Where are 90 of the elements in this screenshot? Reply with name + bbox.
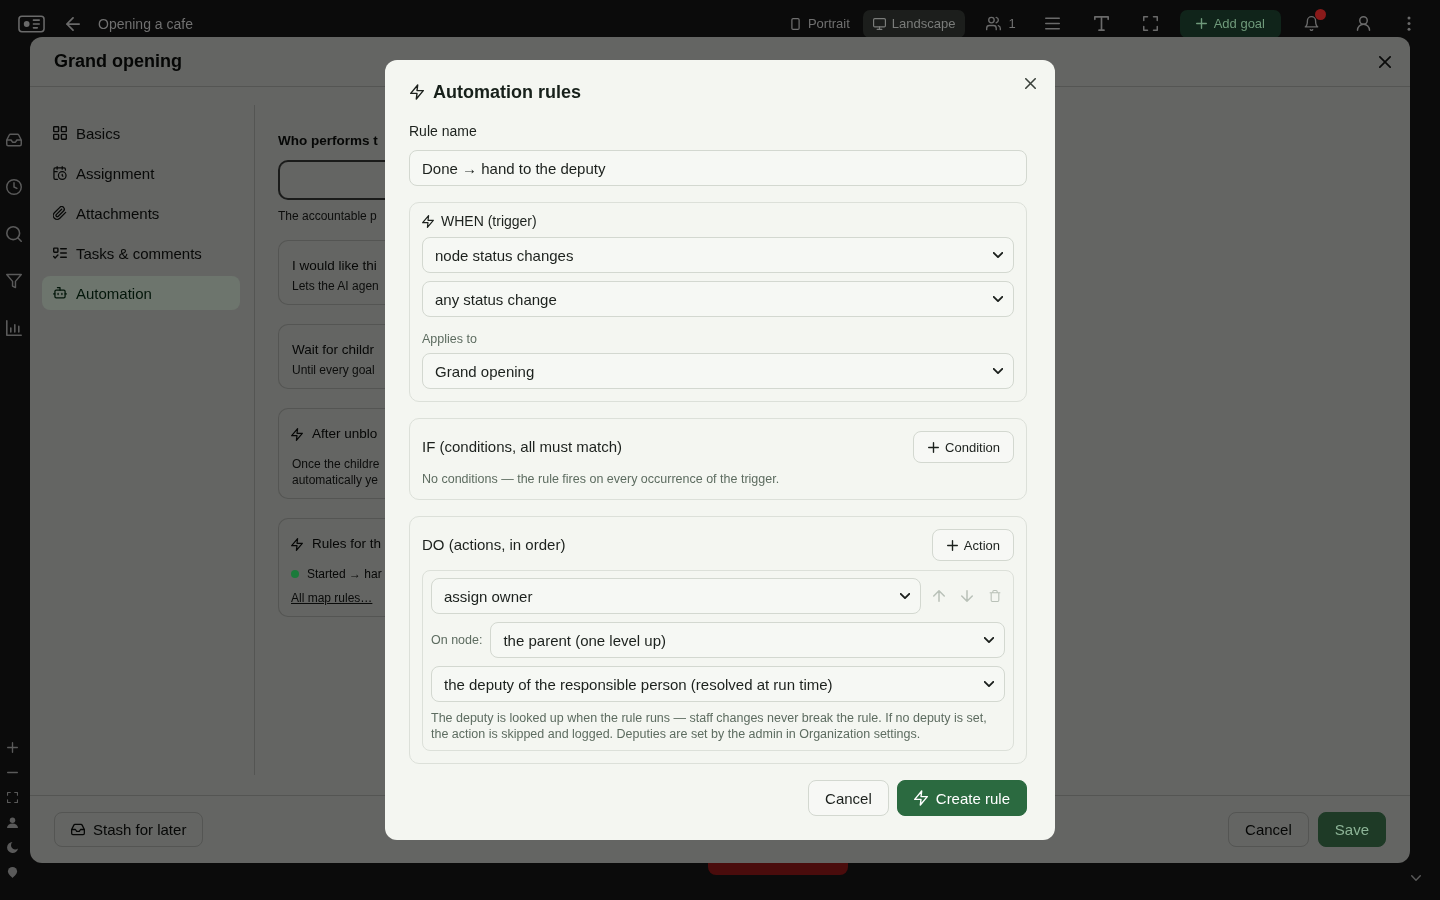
inbox-icon[interactable] [6, 132, 22, 148]
add-condition-button[interactable]: Condition [913, 431, 1014, 463]
field-label: Applies to [422, 331, 477, 347]
nav-item[interactable]: Tasks & comments [42, 236, 240, 270]
clock-icon[interactable] [6, 179, 22, 195]
rule-name-field[interactable]: Done → hand to the deputy [409, 150, 1027, 186]
section-title: IF (conditions, all must match) [422, 438, 623, 456]
moon-icon[interactable] [6, 842, 18, 853]
robot-icon [53, 286, 67, 300]
lightning-icon [291, 427, 303, 441]
nav-item[interactable]: Automation [42, 276, 240, 310]
nav-item[interactable]: Assignment [42, 156, 240, 190]
card-title: Rules for th [311, 535, 382, 553]
card-text: Lets the AI agen [291, 278, 379, 294]
card-title: After unblo [311, 425, 378, 443]
card-title: Wait for childr [291, 341, 374, 359]
applies-to-select[interactable]: Grand opening [422, 353, 1014, 389]
card-title: I would like thi [291, 257, 377, 275]
paperclip-icon [53, 206, 67, 220]
dialog-title: Grand opening [54, 51, 182, 72]
calendar-clock-icon [53, 166, 67, 180]
chevron-down-icon [984, 637, 994, 643]
plus-icon [946, 539, 958, 551]
help-text: The deputy is looked up when the rule runs — staff changes never break the rule. If no deputy is set, the action is skipped and logged. Deputies are set by the admin in Organization settings. [431, 710, 988, 742]
cancel-button[interactable]: Cancel [808, 780, 889, 816]
field-label: Rule name [409, 122, 477, 140]
inbox-icon [71, 823, 85, 836]
target-node-select[interactable]: the parent (one level up) [490, 622, 1005, 658]
section-title: DO (actions, in order) [422, 536, 566, 554]
save-button[interactable]: Save [1317, 812, 1386, 847]
people-icon[interactable] [986, 16, 1002, 31]
chevron-down-icon [993, 296, 1003, 302]
status-select[interactable]: any status change [422, 281, 1014, 317]
field-hint: The accountable p [278, 208, 377, 224]
chevron-down-icon[interactable] [1411, 875, 1421, 881]
monitor-icon [872, 17, 886, 30]
field-label: On node: [431, 632, 483, 648]
add-goal-button[interactable]: Add goal [1179, 9, 1281, 38]
bar-chart-icon[interactable] [6, 320, 22, 336]
view-tab[interactable]: Portrait [778, 9, 860, 38]
project-title: Opening a cafe [98, 15, 193, 32]
lightning-icon [291, 537, 303, 551]
fit-frame-icon[interactable] [6, 792, 18, 803]
field-label: Who performs t [278, 132, 378, 150]
phone-icon [788, 17, 802, 30]
card-text: Once the childre [291, 456, 380, 472]
nav-item[interactable]: Basics [42, 116, 240, 150]
chevron-down-icon [984, 681, 994, 687]
notification-badge-icon [1315, 9, 1326, 20]
create-rule-button[interactable]: Create rule [896, 780, 1027, 816]
user-icon[interactable] [1356, 16, 1371, 31]
stash-button[interactable]: Stash for later [54, 812, 204, 847]
section-title: WHEN (trigger) [441, 212, 537, 230]
card-text: automatically ye [291, 472, 379, 488]
close-icon[interactable] [1025, 78, 1036, 89]
member-count: 1 [1008, 16, 1016, 31]
text-tool-icon[interactable] [1093, 16, 1109, 31]
chevron-down-icon [993, 252, 1003, 258]
back-arrow-icon[interactable] [66, 16, 80, 31]
more-icon[interactable] [1407, 16, 1411, 31]
add-action-button[interactable]: Action [931, 529, 1014, 561]
cancel-button[interactable]: Cancel [1228, 812, 1309, 847]
dialog-title: Automation rules [433, 81, 581, 104]
fullscreen-icon[interactable] [1142, 16, 1158, 31]
card-text: Until every goal [291, 362, 375, 378]
lightning-icon [410, 84, 424, 100]
person-icon[interactable] [6, 817, 18, 828]
zoom-in-icon[interactable] [6, 742, 18, 753]
grid-icon [53, 126, 67, 140]
lightning-icon [422, 214, 434, 228]
plus-icon [928, 441, 940, 453]
logo-icon[interactable] [18, 14, 45, 33]
bell-icon[interactable] [1304, 16, 1319, 31]
checklist-icon [53, 246, 67, 260]
pin-icon[interactable] [6, 867, 18, 878]
plus-icon [1195, 18, 1207, 29]
empty-conditions-text: No conditions — the rule fires on every occurrence of the trigger. [422, 471, 781, 487]
list-icon[interactable] [1044, 16, 1060, 31]
view-tab[interactable]: Landscape [862, 9, 966, 38]
assignee-select[interactable]: the deputy of the responsible person (resolved at run time) [431, 666, 1005, 702]
all-rules-link[interactable]: All map rules… [291, 590, 373, 606]
nav-item[interactable]: Attachments [42, 196, 240, 230]
search-icon[interactable] [6, 226, 22, 242]
chevron-down-icon [993, 368, 1003, 374]
trigger-select[interactable]: node status changes [422, 237, 1014, 273]
rule-label: Started → har [307, 566, 382, 582]
chevron-down-icon [900, 593, 910, 599]
action-type-select[interactable]: assign owner [431, 578, 921, 614]
filter-icon[interactable] [6, 273, 22, 289]
lightning-icon [913, 790, 928, 806]
